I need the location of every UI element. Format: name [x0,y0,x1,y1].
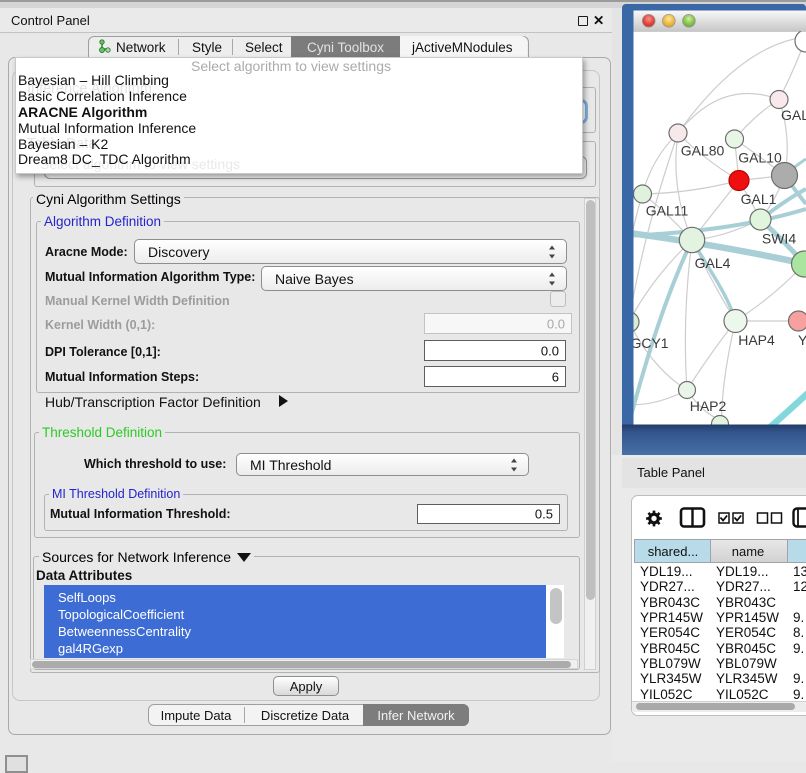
svg-text:HAP4: HAP4 [738,332,775,348]
svg-text:HAP2: HAP2 [690,398,727,414]
svg-text:GAL80: GAL80 [681,143,725,159]
svg-text:GAL7: GAL7 [781,107,806,123]
svg-text:SWI4: SWI4 [762,231,796,247]
svg-text:YKL0: YKL0 [798,332,806,348]
svg-text:GCY1: GCY1 [630,335,668,351]
svg-text:GAL4: GAL4 [695,255,731,271]
svg-text:GAL1: GAL1 [741,191,777,207]
svg-text:GAL10: GAL10 [738,150,782,166]
svg-text:GAL11: GAL11 [646,203,689,219]
